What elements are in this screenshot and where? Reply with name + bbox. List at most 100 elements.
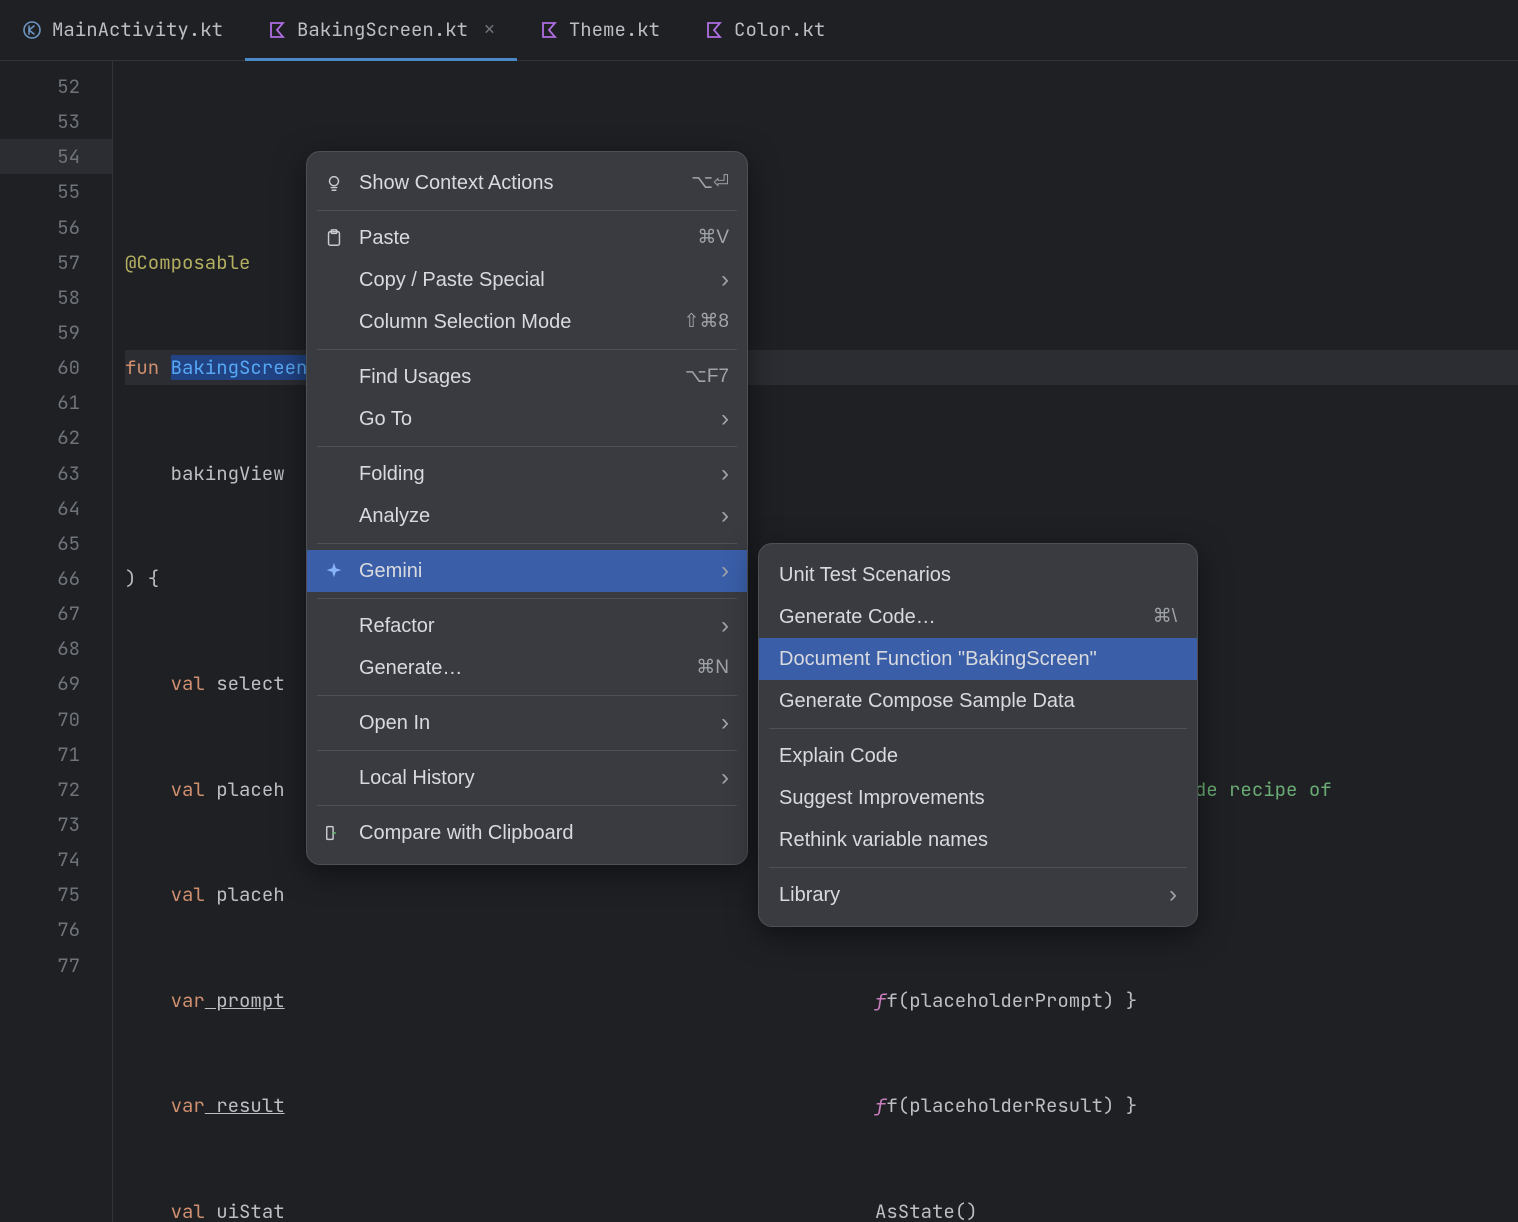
blank-icon	[323, 657, 345, 679]
line-number: 68	[0, 631, 112, 666]
menu-item-paste[interactable]: Paste ⌘V	[307, 217, 747, 259]
blank-icon	[323, 767, 345, 789]
menu-item-label: Local History	[359, 760, 707, 797]
menu-shortcut: ⇧⌘8	[684, 304, 730, 339]
menu-item-show-context-actions[interactable]: Show Context Actions ⌥⏎	[307, 162, 747, 204]
line-number-gutter: 5253545556575859606162636465666768697071…	[0, 61, 113, 1222]
line-number: 63	[0, 456, 112, 491]
compare-icon	[323, 822, 345, 844]
kotlin-file-icon	[267, 20, 287, 40]
line-number: 71	[0, 737, 112, 772]
menu-item-go-to[interactable]: Go To›	[307, 398, 747, 440]
menu-item-label: Show Context Actions	[359, 165, 677, 202]
menu-item-unit-test-scenarios[interactable]: Unit Test Scenarios	[759, 554, 1197, 596]
menu-item-label: Column Selection Mode	[359, 304, 670, 341]
menu-item-label: Rethink variable names	[779, 822, 1177, 859]
chevron-right-icon: ›	[721, 604, 729, 648]
blank-icon	[323, 366, 345, 388]
line-number: 64	[0, 491, 112, 526]
kotlin-file-icon	[704, 20, 724, 40]
line-number: 56	[0, 210, 112, 245]
menu-item-generate-compose-sample-data[interactable]: Generate Compose Sample Data	[759, 680, 1197, 722]
menu-item-compare-with-clipboard[interactable]: Compare with Clipboard	[307, 812, 747, 854]
menu-item-label: Go To	[359, 401, 707, 438]
menu-item-suggest-improvements[interactable]: Suggest Improvements	[759, 777, 1197, 819]
menu-item-label: Compare with Clipboard	[359, 815, 729, 852]
code-line: var resultff(placeholderResult) }	[125, 1088, 1518, 1123]
menu-item-local-history[interactable]: Local History ›	[307, 757, 747, 799]
menu-item-label: Gemini	[359, 553, 707, 590]
menu-item-label: Folding	[359, 456, 707, 493]
menu-item-label: Open In	[359, 705, 707, 742]
close-icon[interactable]: ✕	[484, 13, 495, 46]
menu-separator	[317, 349, 737, 350]
menu-item-open-in[interactable]: Open In ›	[307, 702, 747, 744]
menu-item-label: Paste	[359, 220, 683, 257]
line-number: 69	[0, 666, 112, 701]
menu-item-rethink-variable-names[interactable]: Rethink variable names	[759, 819, 1197, 861]
line-number: 70	[0, 702, 112, 737]
tab-bakingscreen[interactable]: BakingScreen.kt ✕	[245, 0, 517, 60]
line-number: 61	[0, 385, 112, 420]
menu-item-refactor[interactable]: Refactor ›	[307, 605, 747, 647]
line-number: 57	[0, 245, 112, 280]
menu-shortcut: ⌥F7	[685, 359, 729, 394]
line-number: 52	[0, 69, 112, 104]
line-number: 54	[0, 139, 112, 174]
kotlin-file-icon	[22, 20, 42, 40]
menu-item-generate[interactable]: Generate…⌘N	[307, 647, 747, 689]
blank-icon	[323, 712, 345, 734]
clipboard-icon	[323, 227, 345, 249]
menu-item-analyze[interactable]: Analyze ›	[307, 495, 747, 537]
line-number: 66	[0, 561, 112, 596]
line-number: 60	[0, 350, 112, 385]
chevron-right-icon: ›	[721, 701, 729, 745]
menu-item-label: Generate Code…	[779, 599, 1139, 636]
menu-item-document-function-bakingscreen[interactable]: Document Function "BakingScreen"	[759, 638, 1197, 680]
context-menu: Show Context Actions ⌥⏎Paste ⌘V Copy / Past…	[306, 151, 748, 865]
tab-bar: MainActivity.kt BakingScreen.kt ✕ Theme.…	[0, 0, 1518, 61]
menu-item-label: Unit Test Scenarios	[779, 557, 1177, 594]
menu-item-find-usages[interactable]: Find Usages ⌥F7	[307, 356, 747, 398]
code-editor[interactable]: 5253545556575859606162636465666768697071…	[0, 61, 1518, 1222]
blank-icon	[323, 269, 345, 291]
menu-item-label: Explain Code	[779, 738, 1177, 775]
blank-icon	[323, 463, 345, 485]
menu-item-label: Analyze	[359, 498, 707, 535]
menu-separator	[317, 750, 737, 751]
menu-separator	[769, 867, 1187, 868]
menu-item-label: Refactor	[359, 608, 707, 645]
menu-shortcut: ⌘\	[1153, 599, 1177, 634]
tab-label: BakingScreen.kt	[297, 12, 468, 47]
menu-separator	[317, 805, 737, 806]
menu-item-library[interactable]: Library›	[759, 874, 1197, 916]
menu-item-explain-code[interactable]: Explain Code	[759, 735, 1197, 777]
menu-separator	[317, 598, 737, 599]
line-number: 73	[0, 807, 112, 842]
menu-item-label: Library	[779, 877, 1155, 914]
menu-item-label: Find Usages	[359, 359, 671, 396]
sparkle-icon	[323, 560, 345, 582]
menu-shortcut: ⌥⏎	[691, 165, 729, 200]
tab-color[interactable]: Color.kt	[682, 0, 847, 60]
code-line: val uiStatAsState()	[125, 1194, 1518, 1222]
menu-item-generate-code[interactable]: Generate Code… ⌘\	[759, 596, 1197, 638]
menu-separator	[317, 695, 737, 696]
gemini-submenu: Unit Test Scenarios Generate Code… ⌘\ Docum…	[758, 543, 1198, 927]
menu-item-gemini[interactable]: Gemini›	[307, 550, 747, 592]
line-number: 74	[0, 842, 112, 877]
blank-icon	[323, 408, 345, 430]
menu-separator	[317, 543, 737, 544]
blank-icon	[323, 311, 345, 333]
chevron-right-icon: ›	[721, 494, 729, 538]
tab-label: Color.kt	[734, 12, 825, 47]
menu-item-column-selection-mode[interactable]: Column Selection Mode ⇧⌘8	[307, 301, 747, 343]
tab-label: MainActivity.kt	[52, 12, 223, 47]
tab-mainactivity[interactable]: MainActivity.kt	[0, 0, 245, 60]
menu-shortcut: ⌘V	[697, 220, 729, 255]
tab-theme[interactable]: Theme.kt	[517, 0, 682, 60]
chevron-right-icon: ›	[721, 756, 729, 800]
menu-item-folding[interactable]: Folding›	[307, 453, 747, 495]
menu-item-copy-paste-special[interactable]: Copy / Paste Special›	[307, 259, 747, 301]
menu-item-label: Suggest Improvements	[779, 780, 1177, 817]
